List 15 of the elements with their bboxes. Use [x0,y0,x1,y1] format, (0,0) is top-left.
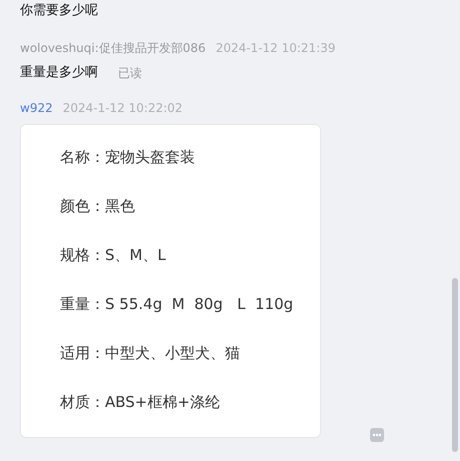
message-text: 你需要多少呢 [20,2,98,20]
more-icon[interactable] [370,428,384,442]
spec-line: 规格：S、M、L [60,245,167,265]
spec-line: 颜色：黑色 [60,196,136,216]
scrollbar[interactable] [452,278,458,452]
spec-line: 重量：S 55.4g M 80g L 110g [60,294,294,314]
message-time: 2024-1-12 10:21:39 [216,40,336,56]
sender-name: w922 [20,100,53,116]
spec-line: 适用：中型犬、小型犬、猫 [60,343,241,363]
spec-line: 材质：ABS+框棉+涤纶 [60,392,221,412]
sender-name: woloveshuqi:促佳搜品开发部086 [20,40,206,56]
spec-line: 名称：宠物头盔套装 [60,147,196,167]
message-text: 重量是多少啊 [20,64,98,82]
read-status: 已读 [118,64,142,82]
message-time: 2024-1-12 10:22:02 [62,100,183,116]
